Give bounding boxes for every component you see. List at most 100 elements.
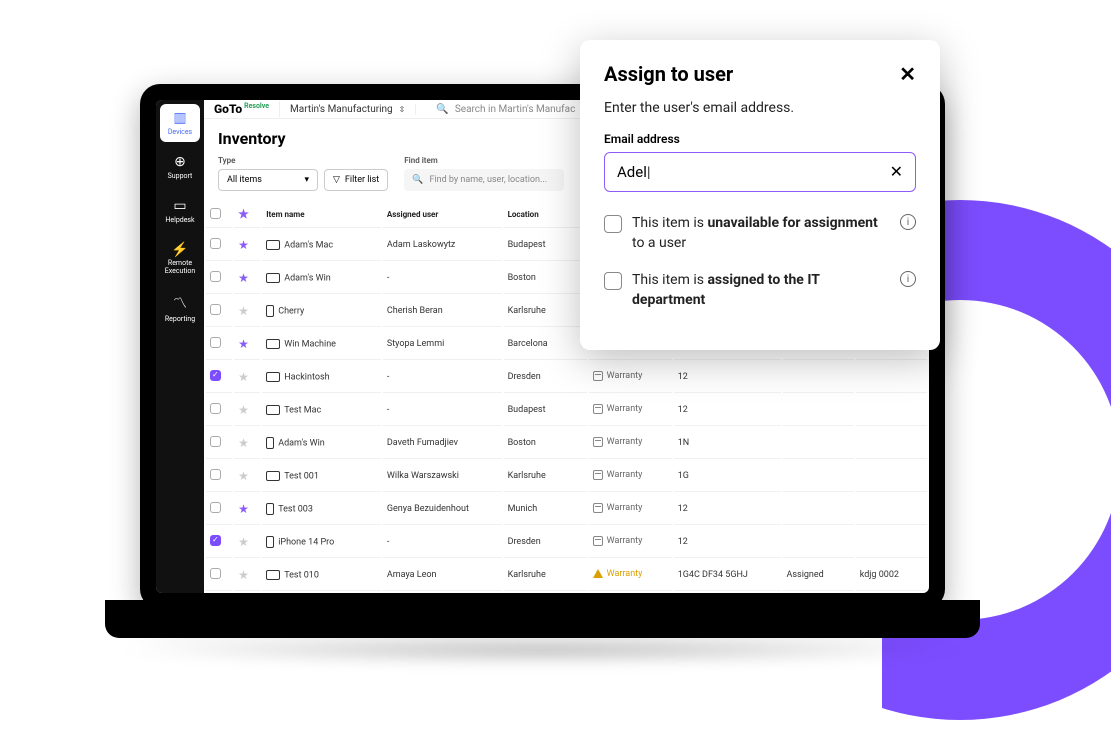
col-assigned-user[interactable]: Assigned user [383, 201, 502, 228]
location: Barcelona [504, 329, 587, 360]
divider [279, 101, 280, 117]
star-icon[interactable]: ★ [238, 370, 249, 384]
assigned-user: Wilka Warszawski [383, 461, 502, 492]
logo-suffix: Resolve [244, 102, 269, 110]
item-name: Test Mac [284, 405, 321, 415]
col-item-name[interactable]: Item name [262, 201, 381, 228]
row-checkbox[interactable] [210, 568, 221, 579]
calendar-icon [593, 371, 603, 381]
reminder-text: Warranty [607, 536, 643, 546]
org-selector[interactable]: Martin's Manufacturing ⇳ [290, 104, 405, 115]
checkbox[interactable] [604, 215, 622, 233]
col-star[interactable]: ★ [234, 201, 260, 228]
row-checkbox[interactable] [210, 436, 221, 447]
serial: 1G [674, 461, 781, 492]
row-checkbox[interactable] [210, 238, 221, 249]
serial: 12 [674, 494, 781, 525]
location: Karlsruhe [504, 461, 587, 492]
info-icon[interactable]: i [900, 271, 916, 287]
calendar-icon [593, 404, 603, 414]
table-row[interactable]: ★ iPhone 14 Pro - Dresden Warranty 12 [206, 527, 927, 558]
star-icon[interactable]: ★ [238, 403, 249, 417]
helpdesk-icon: ▭ [173, 198, 186, 214]
logo: GoToResolve [214, 102, 269, 116]
star-icon[interactable]: ★ [238, 469, 249, 483]
table-row[interactable]: ★ Test 003 Genya Bezuidenhout Munich War… [206, 494, 927, 525]
select-all-checkbox[interactable] [210, 208, 221, 219]
location: Budapest [504, 230, 587, 261]
sidebar-item-devices[interactable]: ▥ Devices [160, 104, 200, 142]
assigned-user: - [383, 263, 502, 294]
laptop-icon [266, 471, 280, 481]
location: Dresden [504, 527, 587, 558]
row-checkbox[interactable] [210, 271, 221, 282]
checkbox[interactable] [604, 272, 622, 290]
info-icon[interactable]: i [900, 214, 916, 230]
table-row[interactable]: ★ Test Mac - Budapest Warranty 12 [206, 395, 927, 426]
type-select[interactable]: All items ▾ [218, 169, 318, 191]
sidebar: ▥ Devices ⊕ Support ▭ Helpdesk ⚡ Remote … [156, 100, 204, 593]
assigned-user: Adam Laskowytz [383, 230, 502, 261]
location: Boston [504, 428, 587, 459]
location: Karlsruhe [504, 296, 587, 327]
star-icon[interactable]: ★ [238, 337, 249, 351]
code: kdjg 0002 [856, 560, 927, 591]
row-checkbox[interactable] [210, 337, 221, 348]
logo-text: GoTo [214, 102, 242, 116]
search-placeholder: Search in Martin's Manufac [455, 104, 576, 115]
sidebar-item-remote-execution[interactable]: ⚡ Remote Execution [160, 236, 200, 281]
code [856, 362, 927, 393]
option-unavailable[interactable]: This item is unavailable for assignment … [604, 214, 916, 253]
sidebar-item-reporting[interactable]: 〽 Reporting [160, 287, 200, 329]
star-icon[interactable]: ★ [238, 304, 249, 318]
status: Assigned [783, 560, 854, 591]
table-row[interactable]: ★ Hackintosh - Dresden Warranty 12 [206, 362, 927, 393]
assigned-user: - [383, 395, 502, 426]
reminder-text: Warranty [607, 437, 643, 447]
assigned-user: Genya Bezuidenhout [383, 494, 502, 525]
star-icon[interactable]: ★ [238, 568, 249, 582]
laptop-shadow [110, 635, 975, 665]
remote-icon: ⚡ [171, 242, 188, 258]
row-checkbox[interactable] [210, 304, 221, 315]
star-icon[interactable]: ★ [238, 535, 249, 549]
item-name: Cherry [278, 306, 304, 316]
star-icon[interactable]: ★ [238, 502, 249, 516]
option-text: This item is assigned to the IT departme… [632, 271, 890, 310]
find-input[interactable]: 🔍 Find by name, user, location... [404, 169, 564, 191]
sidebar-item-helpdesk[interactable]: ▭ Helpdesk [160, 192, 200, 230]
row-checkbox[interactable] [210, 403, 221, 414]
sidebar-item-support[interactable]: ⊕ Support [160, 148, 200, 186]
code [856, 494, 927, 525]
email-input[interactable]: Adel ✕ [604, 152, 916, 192]
star-icon[interactable]: ★ [238, 271, 249, 285]
close-icon[interactable]: ✕ [899, 64, 916, 84]
item-name: Adam's Win [284, 273, 331, 283]
row-checkbox[interactable] [210, 502, 221, 513]
item-name: Adam's Win [278, 438, 325, 448]
clear-input-icon[interactable]: ✕ [890, 164, 903, 180]
star-icon[interactable]: ★ [238, 436, 249, 450]
row-checkbox[interactable] [210, 469, 221, 480]
table-row[interactable]: ★ Test 001 Wilka Warszawski Karlsruhe Wa… [206, 461, 927, 492]
table-row[interactable]: ★ Test 010 Amaya Leon Karlsruhe Warranty… [206, 560, 927, 591]
support-icon: ⊕ [174, 154, 186, 170]
calendar-icon [593, 503, 603, 513]
sidebar-item-label: Support [168, 172, 193, 180]
calendar-icon [593, 470, 603, 480]
table-row[interactable]: ★ Adam's Win Daveth Fumadjiev Boston War… [206, 428, 927, 459]
option-it-department[interactable]: This item is assigned to the IT departme… [604, 271, 916, 310]
filter-list-button[interactable]: ▽ Filter list [324, 169, 388, 191]
type-label: Type [218, 156, 388, 165]
reminder-text: Warranty [607, 404, 643, 414]
search-icon: 🔍 [436, 104, 448, 115]
status [783, 527, 854, 558]
serial: 12 [674, 527, 781, 558]
item-name: iPhone 14 Pro [278, 537, 334, 547]
reminder-text: Warranty [607, 470, 643, 480]
row-checkbox[interactable] [210, 370, 221, 381]
phone-icon [266, 437, 274, 449]
star-icon[interactable]: ★ [238, 238, 249, 252]
row-checkbox[interactable] [210, 535, 221, 546]
col-location[interactable]: Location [504, 201, 587, 228]
